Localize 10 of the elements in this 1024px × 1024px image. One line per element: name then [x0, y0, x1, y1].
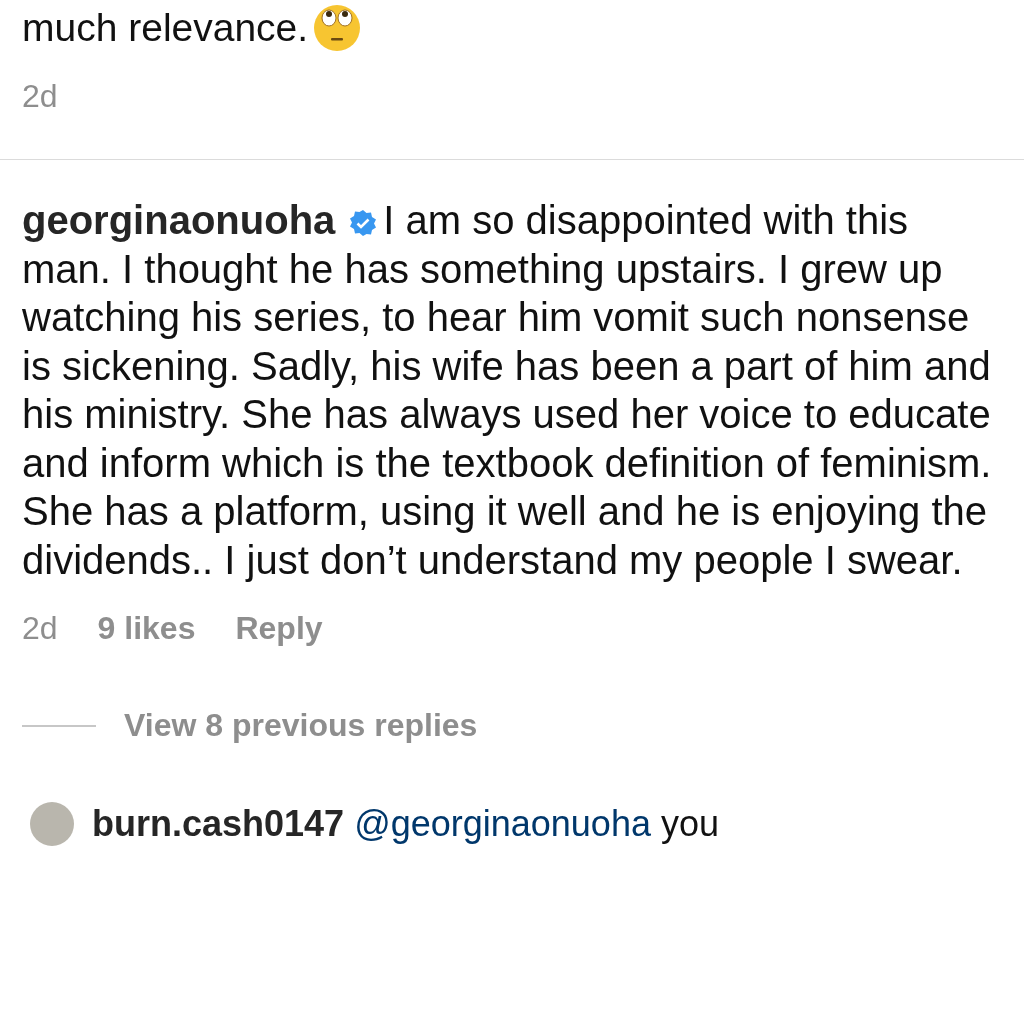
avatar[interactable]: [30, 802, 74, 846]
comment-time: 2d: [22, 78, 58, 114]
comment-time: 2d: [22, 610, 58, 647]
mention-link[interactable]: @georginaonuoha: [354, 803, 651, 844]
username-link[interactable]: burn.cash0147: [92, 803, 345, 844]
username-link[interactable]: georginaonuoha: [22, 198, 336, 242]
comment-text: georginaonuoha I am so disappointed with this man. I thought he has something upstairs. I grew up watching his series, to hear him vomit such nonsense is sickening. Sadly, his wife has been a part of him and his ministry. She has always used her voice to educate and inform which is the textbook definition of feminism. She has a platform, using it well and he is enjoying the dividends.. I just don’t understand my people I swear.: [22, 197, 993, 584]
reply-text: burn.cash0147 @georginaonuoha you: [92, 804, 719, 844]
eye-roll-emoji-icon: [312, 3, 363, 53]
comment-text: much relevance.: [22, 5, 309, 51]
